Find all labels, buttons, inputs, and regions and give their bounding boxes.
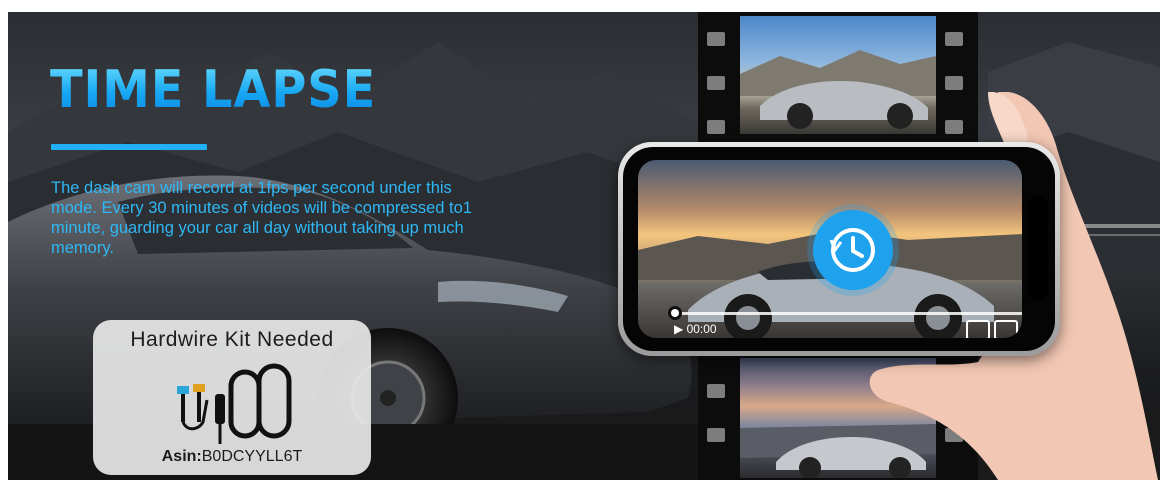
- title-underline: [51, 144, 207, 150]
- hardwire-kit-title: Hardwire Kit Needed: [130, 328, 334, 351]
- progress-knob[interactable]: [668, 306, 682, 320]
- time-lapse-banner: TIME LAPSE The dash cam will record at 1…: [8, 12, 1160, 480]
- clock-history-icon: [829, 228, 875, 272]
- video-progress-bar[interactable]: [674, 312, 1022, 315]
- phone-notch: [1028, 195, 1048, 301]
- playback-time: ▶ 00:00: [674, 322, 717, 336]
- hardwire-cable-icon: [177, 363, 292, 444]
- smartphone: ▶ 00:00: [618, 142, 1060, 356]
- hardwire-kit-card: Hardwire Kit Needed Asin:B0DCYYLL6T: [93, 320, 371, 475]
- expand-view-button[interactable]: [966, 320, 990, 338]
- asin-line: Asin:B0DCYYLL6T: [93, 448, 371, 466]
- fullscreen-button[interactable]: [994, 320, 1018, 338]
- video-player-screen[interactable]: ▶ 00:00: [638, 160, 1022, 338]
- page-title: TIME LAPSE: [50, 60, 377, 120]
- feature-description: The dash cam will record at 1fps per sec…: [51, 179, 472, 257]
- time-lapse-button[interactable]: [813, 210, 893, 290]
- asin-label: Asin:: [161, 448, 202, 465]
- play-icon[interactable]: ▶: [674, 322, 683, 336]
- asin-value: B0DCYYLL6T: [201, 448, 303, 465]
- time-value: 00:00: [686, 322, 717, 336]
- phone-bezel: ▶ 00:00: [623, 147, 1055, 351]
